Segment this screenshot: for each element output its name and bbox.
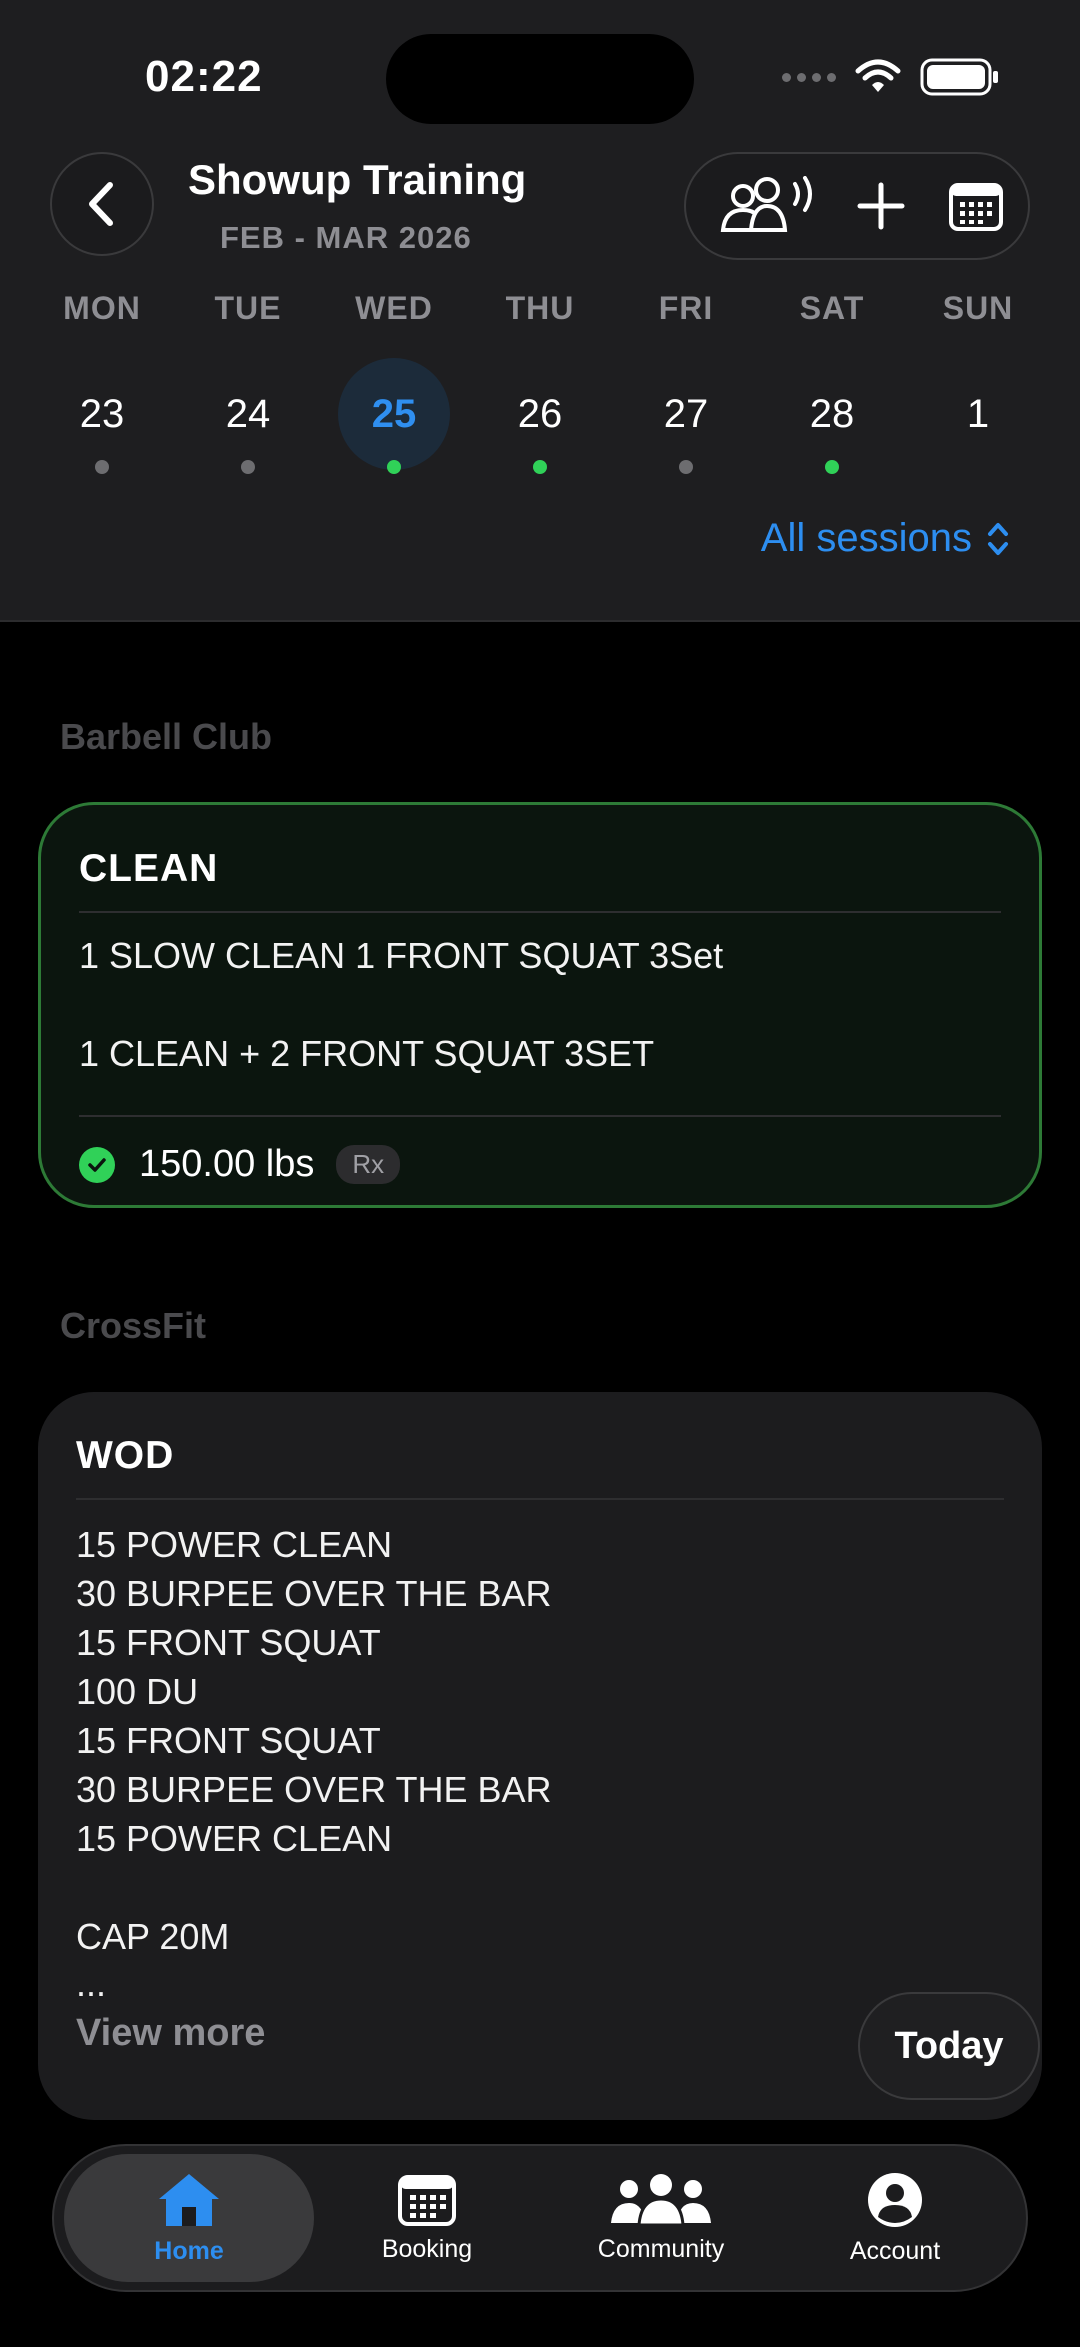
day-number: 28 [809, 391, 855, 436]
workout-line: 15 POWER CLEAN [76, 1818, 393, 1859]
workout-line: 15 FRONT SQUAT [76, 1622, 381, 1663]
tab-label: Booking [381, 2234, 473, 2263]
day-sun[interactable]: SUN 1 [918, 290, 1038, 436]
account-icon [868, 2172, 922, 2227]
chevron-left-icon [89, 182, 113, 226]
day-date: 28 [776, 358, 888, 470]
result-weight: 150.00 lbs [139, 1143, 315, 1185]
plus-icon [857, 182, 905, 230]
session-dot [679, 460, 693, 474]
calendar-icon [949, 183, 1003, 231]
day-wed[interactable]: WED 25 [334, 290, 454, 474]
day-date: 26 [484, 358, 596, 470]
tab-bar: Home Booking Community Account [52, 2144, 1028, 2292]
broadcast-people-button[interactable] [704, 154, 834, 258]
home-icon [159, 2173, 219, 2226]
dynamic-island [386, 34, 694, 124]
day-name: THU [505, 290, 575, 326]
divider [79, 1115, 1001, 1117]
wifi-icon [855, 59, 901, 92]
day-number: 26 [517, 391, 563, 436]
tab-label: Account [849, 2236, 941, 2265]
back-button[interactable] [50, 152, 154, 256]
signal-icon [782, 72, 836, 82]
day-number: 1 [966, 391, 990, 436]
day-date: 23 [46, 358, 158, 470]
workout-title: WOD [76, 1434, 175, 1477]
workout-card-clean[interactable]: CLEAN 1 SLOW CLEAN 1 FRONT SQUAT 3Set 1 … [38, 802, 1042, 1208]
day-name: WED [355, 290, 433, 326]
broadcast-people-icon [720, 176, 812, 232]
day-number: 27 [663, 391, 709, 436]
divider [76, 1498, 1004, 1500]
chevron-up-down-icon [988, 522, 1008, 555]
session-dot [387, 460, 401, 474]
session-dot [241, 460, 255, 474]
sessions-filter[interactable]: All sessions [761, 516, 1010, 561]
day-tue[interactable]: TUE 24 [188, 290, 308, 474]
day-thu[interactable]: THU 26 [480, 290, 600, 474]
calendar-button[interactable] [936, 154, 1016, 258]
header-actions [684, 152, 1030, 260]
page-title: Showup Training [188, 156, 527, 203]
page-subtitle: FEB - MAR 2026 [220, 220, 472, 255]
result-row: 150.00 lbs Rx [79, 1143, 401, 1186]
workout-line: 1 CLEAN + 2 FRONT SQUAT 3SET [79, 1033, 655, 1074]
day-name: TUE [214, 290, 282, 326]
workout-line: 30 BURPEE OVER THE BAR [76, 1573, 552, 1614]
status-time: 02:22 [145, 52, 263, 101]
check-circle-icon [79, 1146, 115, 1183]
day-number: 25 [371, 391, 417, 436]
status-icons [782, 58, 1000, 96]
tab-community[interactable]: Community [536, 2154, 786, 2282]
sessions-filter-label: All sessions [760, 516, 972, 560]
divider [79, 911, 1001, 913]
rx-badge: Rx [336, 1145, 401, 1184]
session-dot [533, 460, 547, 474]
day-name: SAT [799, 290, 865, 326]
today-button[interactable]: Today [858, 1992, 1040, 2100]
day-number: 24 [225, 391, 271, 436]
day-name: FRI [658, 290, 714, 326]
battery-icon [920, 58, 998, 96]
day-date: 27 [630, 358, 742, 470]
workout-line: 15 POWER CLEAN [76, 1524, 393, 1565]
tab-booking[interactable]: Booking [302, 2154, 552, 2282]
day-name: MON [63, 290, 141, 326]
community-icon [611, 2173, 711, 2226]
day-mon[interactable]: MON 23 [42, 290, 162, 474]
section-label-barbell: Barbell Club [60, 716, 273, 757]
day-name: SUN [942, 290, 1014, 326]
workout-line: 1 SLOW CLEAN 1 FRONT SQUAT 3Set [79, 935, 724, 976]
session-dot [825, 460, 839, 474]
calendar-icon [398, 2174, 456, 2226]
day-date: 1 [922, 358, 1034, 470]
workout-line: 30 BURPEE OVER THE BAR [76, 1769, 552, 1810]
tab-label: Community [597, 2234, 725, 2263]
tab-label: Home [154, 2236, 224, 2265]
day-date-selected: 25 [338, 358, 450, 470]
section-label-crossfit: CrossFit [60, 1305, 207, 1346]
workout-title: CLEAN [79, 847, 219, 890]
day-fri[interactable]: FRI 27 [626, 290, 746, 474]
tab-account[interactable]: Account [770, 2154, 1020, 2282]
workout-line: 100 DU [76, 1671, 199, 1712]
add-button[interactable] [846, 154, 916, 258]
header: 02:22 Showup Training FEB - MAR 2026 MON… [0, 0, 1080, 622]
day-sat[interactable]: SAT 28 [772, 290, 892, 474]
workout-line: ... [76, 1963, 107, 2004]
workout-line: 15 FRONT SQUAT [76, 1720, 381, 1761]
session-dot [95, 460, 109, 474]
day-date: 24 [192, 358, 304, 470]
tab-home[interactable]: Home [64, 2154, 314, 2282]
view-more-link[interactable]: View more [76, 2012, 265, 2055]
workout-line: CAP 20M [76, 1916, 230, 1957]
day-number: 23 [79, 391, 125, 436]
